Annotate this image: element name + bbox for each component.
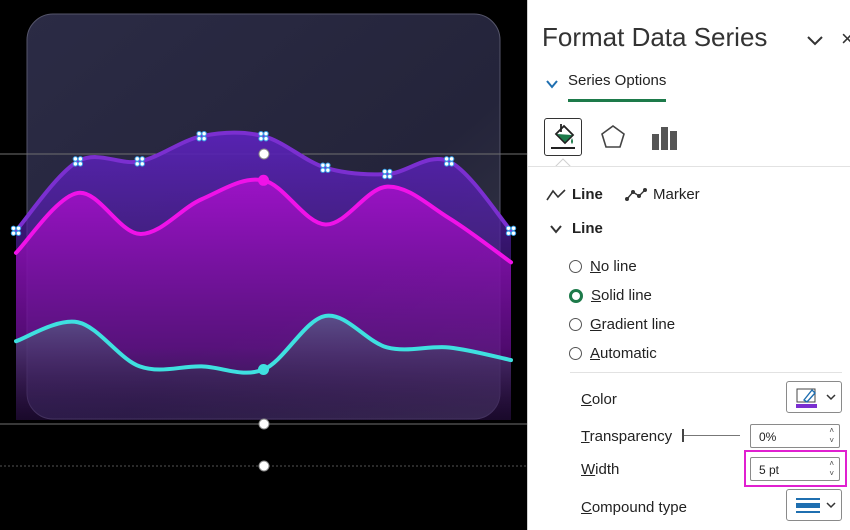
transparency-input[interactable]: 0% ˄ ˅: [750, 424, 840, 448]
tab-fill-line[interactable]: [544, 118, 582, 156]
resize-handle[interactable]: [258, 148, 270, 160]
series-layer[interactable]: [10, 130, 517, 420]
line-icon: [546, 188, 566, 200]
line-section-label: Line: [572, 220, 603, 237]
width-highlight-box: [744, 450, 847, 487]
width-label: Width: [581, 461, 620, 478]
chevron-down-icon[interactable]: [803, 28, 827, 52]
series-3-point[interactable]: [258, 364, 269, 376]
transparency-slider-track[interactable]: [684, 435, 740, 436]
radio-solid-line[interactable]: Solid line: [569, 287, 652, 304]
marker-icon: [625, 187, 647, 201]
radio-label: Automatic: [590, 345, 657, 362]
sub-tab-line-label: Line: [572, 186, 603, 203]
radio-label: Gradient line: [590, 316, 676, 333]
pane-title: Format Data Series: [542, 22, 768, 52]
radio-automatic[interactable]: Automatic: [569, 345, 657, 362]
chart-canvas[interactable]: [0, 0, 527, 530]
radio-button-selected[interactable]: [569, 288, 583, 303]
radio-gradient-line[interactable]: Gradient line: [569, 316, 675, 333]
paint-bucket-icon: [551, 124, 575, 149]
chevron-down-icon[interactable]: [544, 76, 560, 92]
spin-arrows[interactable]: ˄ ˅: [829, 426, 834, 446]
pentagon-icon[interactable]: [598, 122, 628, 152]
transparency-value: 0%: [759, 430, 777, 444]
format-pane: Format Data Series × Series Options Line…: [527, 0, 850, 530]
chevron-down-icon: [550, 224, 562, 234]
radio-button[interactable]: [569, 318, 582, 331]
pen-color-icon: [796, 388, 817, 408]
series-2-point[interactable]: [258, 174, 269, 186]
close-icon[interactable]: ×: [841, 26, 850, 52]
chart-svg[interactable]: [0, 0, 527, 530]
outline-color-button[interactable]: [786, 381, 842, 413]
transparency-label: Transparency: [581, 428, 673, 445]
line-section-header[interactable]: Line: [550, 220, 603, 237]
divider: [528, 166, 850, 167]
radio-label: Solid line: [591, 287, 652, 304]
radio-button[interactable]: [569, 260, 582, 273]
tab-underline: [568, 99, 666, 102]
radio-label: No line: [590, 258, 637, 275]
sub-tab-line[interactable]: Line: [546, 186, 603, 203]
chevron-down-icon: [826, 502, 836, 509]
bar-chart-icon[interactable]: [650, 122, 680, 152]
series-options-tab[interactable]: Series Options: [568, 72, 666, 89]
resize-handle[interactable]: [258, 418, 270, 430]
compound-type-label: Compound type: [581, 499, 687, 516]
resize-handle[interactable]: [258, 460, 270, 472]
sub-tab-marker-label: Marker: [653, 186, 700, 203]
sub-tab-marker[interactable]: Marker: [625, 186, 700, 203]
radio-button[interactable]: [569, 347, 582, 360]
compound-lines-icon: [796, 498, 820, 513]
divider: [570, 372, 842, 373]
radio-no-line[interactable]: No line: [569, 258, 637, 275]
compound-type-button[interactable]: [786, 489, 842, 521]
color-label: Color: [581, 391, 617, 408]
chevron-down-icon: [826, 394, 836, 401]
